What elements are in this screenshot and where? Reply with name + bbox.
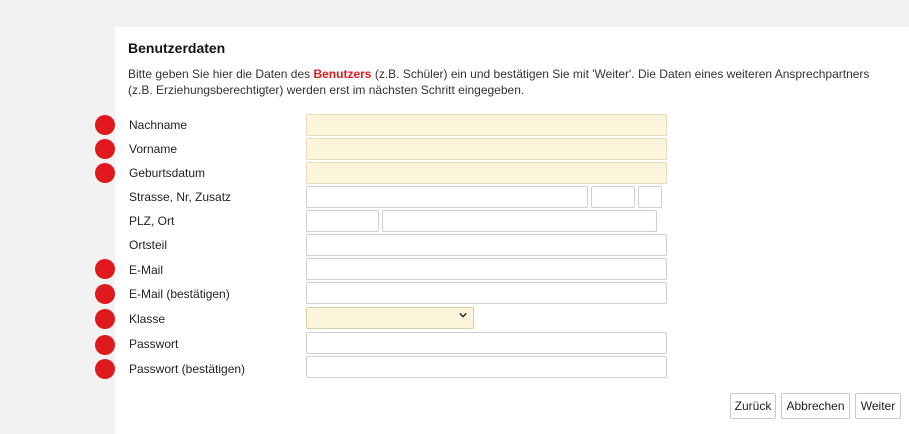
back-button[interactable]: Zurück — [730, 393, 776, 419]
intro-highlight: Benutzers — [313, 67, 372, 81]
ort-input[interactable] — [382, 210, 657, 232]
label-email: E-Mail — [129, 263, 164, 277]
label-plz-ort: PLZ, Ort — [129, 214, 175, 228]
intro-text: Bitte geben Sie hier die Daten des Benut… — [128, 66, 888, 98]
ortsteil-input[interactable] — [306, 234, 667, 256]
required-dot-icon — [95, 115, 115, 135]
intro-text-part1: Bitte geben Sie hier die Daten des — [128, 67, 314, 81]
section-title: Benutzerdaten — [128, 40, 226, 56]
required-dot-icon — [95, 259, 115, 279]
next-button[interactable]: Weiter — [855, 393, 901, 419]
label-nachname: Nachname — [129, 118, 188, 132]
required-dot-icon — [95, 163, 115, 183]
vorname-input[interactable] — [306, 138, 667, 160]
geburtsdatum-input[interactable] — [306, 162, 667, 184]
plz-input[interactable] — [306, 210, 379, 232]
zusatz-input[interactable] — [638, 186, 662, 208]
required-dot-icon — [95, 309, 115, 329]
required-dot-icon — [95, 359, 115, 379]
passwort-confirm-input[interactable] — [306, 356, 667, 378]
required-dot-icon — [95, 284, 115, 304]
strasse-input[interactable] — [306, 186, 588, 208]
required-dot-icon — [95, 335, 115, 355]
passwort-input[interactable] — [306, 332, 667, 354]
label-passwort: Passwort — [129, 337, 179, 351]
label-vorname: Vorname — [129, 142, 178, 156]
label-geburtsdatum: Geburtsdatum — [129, 166, 206, 180]
required-dot-icon — [95, 139, 115, 159]
chevron-down-icon — [459, 312, 467, 318]
label-strasse: Strasse, Nr, Zusatz — [129, 190, 232, 204]
label-email-confirm: E-Mail (bestätigen) — [129, 287, 230, 301]
email-input[interactable] — [306, 258, 667, 280]
label-klasse: Klasse — [129, 312, 166, 326]
nachname-input[interactable] — [306, 114, 667, 136]
label-passwort-confirm: Passwort (bestätigen) — [129, 362, 246, 376]
label-ortsteil: Ortsteil — [129, 238, 168, 252]
hausnummer-input[interactable] — [591, 186, 635, 208]
klasse-select[interactable] — [306, 307, 474, 329]
cancel-button[interactable]: Abbrechen — [781, 393, 850, 419]
email-confirm-input[interactable] — [306, 282, 667, 304]
